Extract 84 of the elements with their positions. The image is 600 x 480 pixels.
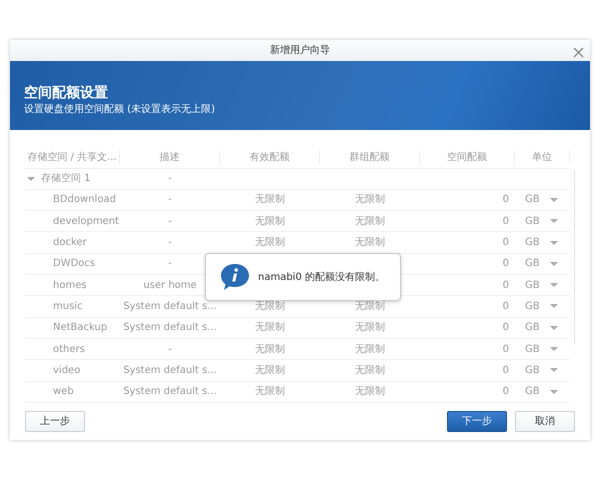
group-quota-cell-text: 无限制 bbox=[354, 320, 386, 336]
effective-quota-cell-text: 无限制 bbox=[254, 300, 286, 314]
description-cell-text: System default s... bbox=[122, 321, 218, 336]
cancel-button[interactable]: 取消 bbox=[515, 410, 575, 432]
description-cell-text: - bbox=[167, 214, 173, 229]
column-header: 单位 bbox=[515, 150, 570, 166]
back-button[interactable]: 上一步 bbox=[25, 410, 85, 432]
expand-caret-icon[interactable] bbox=[27, 176, 35, 182]
group-quota-cell-text: 无限制 bbox=[354, 342, 386, 357]
unit-dropdown[interactable]: GB bbox=[525, 384, 540, 400]
group-quota-cell-text: 无限制 bbox=[354, 300, 386, 314]
space-quota-cell-text: 0 bbox=[502, 300, 510, 314]
share-name: development bbox=[53, 214, 119, 229]
unit-dropdown[interactable]: GB bbox=[525, 342, 540, 357]
space-quota-cell-text: 0 bbox=[502, 193, 510, 208]
space-quota-cell-text: 0 bbox=[502, 214, 510, 229]
dropdown-caret-icon[interactable] bbox=[550, 260, 558, 267]
share-name: video bbox=[53, 364, 80, 378]
description-cell-text: - bbox=[167, 257, 173, 272]
description-cell-text: System default s... bbox=[122, 364, 218, 378]
column-header: 群组配额 bbox=[320, 150, 420, 166]
dropdown-caret-icon[interactable] bbox=[550, 324, 558, 331]
share-name: homes bbox=[53, 278, 87, 293]
share-name: NetBackup bbox=[53, 321, 108, 336]
effective-quota-cell-text: 无限制 bbox=[254, 364, 286, 378]
unit-dropdown[interactable]: GB bbox=[525, 298, 540, 314]
effective-quota-cell-text: 无限制 bbox=[254, 320, 286, 336]
share-name: BDdownload bbox=[53, 193, 116, 208]
column-header: 存储空间 / 共享文... bbox=[25, 150, 120, 166]
description-cell-text: - bbox=[167, 342, 173, 357]
share-name: docker bbox=[53, 236, 87, 250]
share-name: music bbox=[53, 300, 83, 314]
space-quota-cell-text: 0 bbox=[502, 364, 510, 378]
effective-quota-cell-text: 无限制 bbox=[254, 342, 286, 357]
info-icon bbox=[220, 263, 250, 291]
dropdown-caret-icon[interactable] bbox=[550, 303, 558, 310]
group-quota-cell-text: 无限制 bbox=[354, 192, 386, 208]
description-cell-text: - bbox=[167, 193, 173, 208]
close-icon[interactable] bbox=[573, 46, 584, 58]
space-quota-cell-text: 0 bbox=[502, 236, 510, 250]
space-quota-cell-text: 0 bbox=[502, 321, 510, 336]
dropdown-caret-icon[interactable] bbox=[550, 240, 558, 246]
share-name: DWDocs bbox=[53, 257, 96, 272]
dropdown-caret-icon[interactable] bbox=[550, 196, 558, 203]
description-cell-text: user home bbox=[142, 278, 198, 293]
volume-name: 存储空间 1 bbox=[41, 172, 91, 186]
space-quota-cell-text: 0 bbox=[502, 278, 510, 293]
dropdown-caret-icon[interactable] bbox=[550, 346, 558, 352]
unit-dropdown[interactable]: GB bbox=[525, 362, 540, 378]
space-quota-cell-text: 0 bbox=[502, 385, 510, 400]
dropdown-caret-icon[interactable] bbox=[550, 388, 558, 395]
description-cell-text: System default s... bbox=[122, 385, 218, 400]
banner-title: 空间配额设置 bbox=[24, 84, 108, 101]
description-cell-text: - bbox=[167, 236, 173, 250]
space-quota-cell-text: 0 bbox=[502, 342, 510, 357]
group-quota-cell-text: 无限制 bbox=[354, 214, 386, 229]
effective-quota-cell-text: 无限制 bbox=[254, 214, 286, 229]
next-button[interactable]: 下一步 bbox=[447, 410, 507, 432]
column-header: 描述 bbox=[120, 150, 220, 166]
space-quota-cell-text: 0 bbox=[502, 257, 510, 272]
info-message: namabi0 的配额没有限制。 bbox=[258, 270, 386, 284]
effective-quota-cell-text: 无限制 bbox=[254, 192, 286, 208]
unit-dropdown[interactable]: GB bbox=[525, 214, 540, 229]
unit-dropdown[interactable]: GB bbox=[525, 320, 540, 336]
group-quota-cell-text: 无限制 bbox=[354, 384, 386, 400]
unit-dropdown[interactable]: GB bbox=[525, 235, 540, 250]
group-quota-cell-text: 无限制 bbox=[354, 364, 386, 378]
group-quota-cell-text: 无限制 bbox=[354, 236, 386, 250]
banner-subtitle: 设置硬盘使用空间配额 (未设置表示无上限) bbox=[24, 102, 215, 117]
dropdown-caret-icon[interactable] bbox=[550, 282, 558, 288]
unit-dropdown[interactable]: GB bbox=[525, 278, 540, 293]
dropdown-caret-icon[interactable] bbox=[550, 367, 558, 374]
description-cell-text: System default s... bbox=[122, 300, 218, 314]
share-name: web bbox=[53, 385, 74, 400]
dropdown-caret-icon[interactable] bbox=[550, 218, 558, 224]
effective-quota-cell-text: 无限制 bbox=[254, 384, 286, 400]
column-header: 空间配额 bbox=[420, 150, 515, 166]
description-cell-text: - bbox=[167, 172, 173, 186]
column-header: 有效配额 bbox=[220, 150, 320, 166]
effective-quota-cell-text: 无限制 bbox=[254, 236, 286, 250]
unit-dropdown[interactable]: GB bbox=[525, 256, 540, 272]
window-title: 新增用户向导 bbox=[270, 44, 330, 58]
unit-dropdown[interactable]: GB bbox=[525, 192, 540, 208]
share-name: others bbox=[53, 342, 85, 357]
